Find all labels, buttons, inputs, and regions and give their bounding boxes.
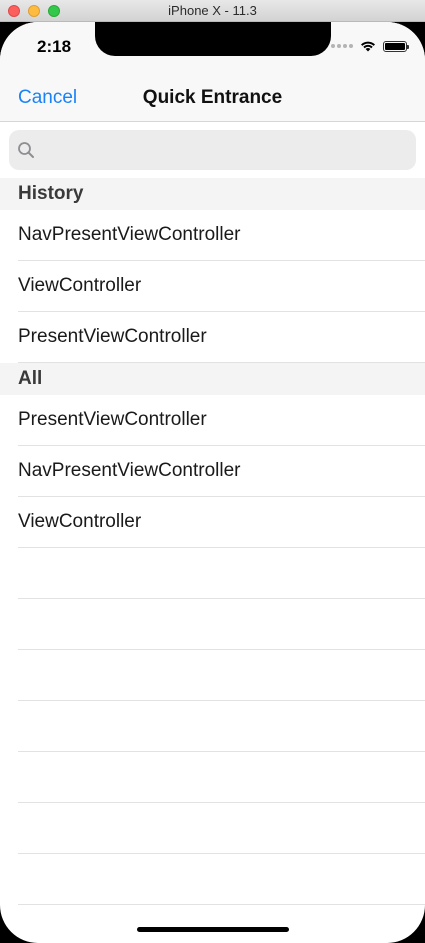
- search-field[interactable]: [9, 130, 416, 172]
- list-item[interactable]: PresentViewController: [0, 312, 425, 363]
- wifi-icon: [360, 40, 376, 52]
- signal-icon: [331, 44, 353, 48]
- device-notch: [95, 22, 331, 56]
- empty-row-separator: [18, 751, 425, 752]
- empty-row-separator: [18, 700, 425, 701]
- battery-icon: [383, 40, 409, 52]
- list-item[interactable]: ViewController: [0, 261, 425, 312]
- empty-row-separator: [18, 853, 425, 854]
- home-indicator[interactable]: [137, 927, 289, 932]
- page-title: Quick Entrance: [142, 87, 283, 108]
- simulator-title-bar: iPhone X - 11.3: [0, 0, 425, 22]
- search-icon: [17, 141, 35, 164]
- list-item[interactable]: NavPresentViewController: [0, 210, 425, 261]
- empty-row-separator: [18, 649, 425, 650]
- list-item[interactable]: ViewController: [0, 497, 425, 548]
- device-screen: 2:18 Cancel Quick Entrance History NavPr…: [0, 22, 425, 943]
- empty-row-separator: [18, 802, 425, 803]
- search-input[interactable]: [43, 130, 407, 172]
- search-bar: [0, 122, 425, 178]
- status-time: 2:18: [37, 37, 72, 56]
- section-header-history: History: [0, 178, 425, 210]
- empty-row-separator: [18, 904, 425, 905]
- navigation-bar: Cancel Quick Entrance: [0, 78, 425, 122]
- list-item[interactable]: NavPresentViewController: [0, 446, 425, 497]
- status-icons: [331, 39, 409, 53]
- simulator-window-title: iPhone X - 11.3: [168, 3, 257, 18]
- section-header-all: All: [0, 363, 425, 395]
- empty-row-separator: [18, 598, 425, 599]
- list-item[interactable]: PresentViewController: [0, 395, 425, 446]
